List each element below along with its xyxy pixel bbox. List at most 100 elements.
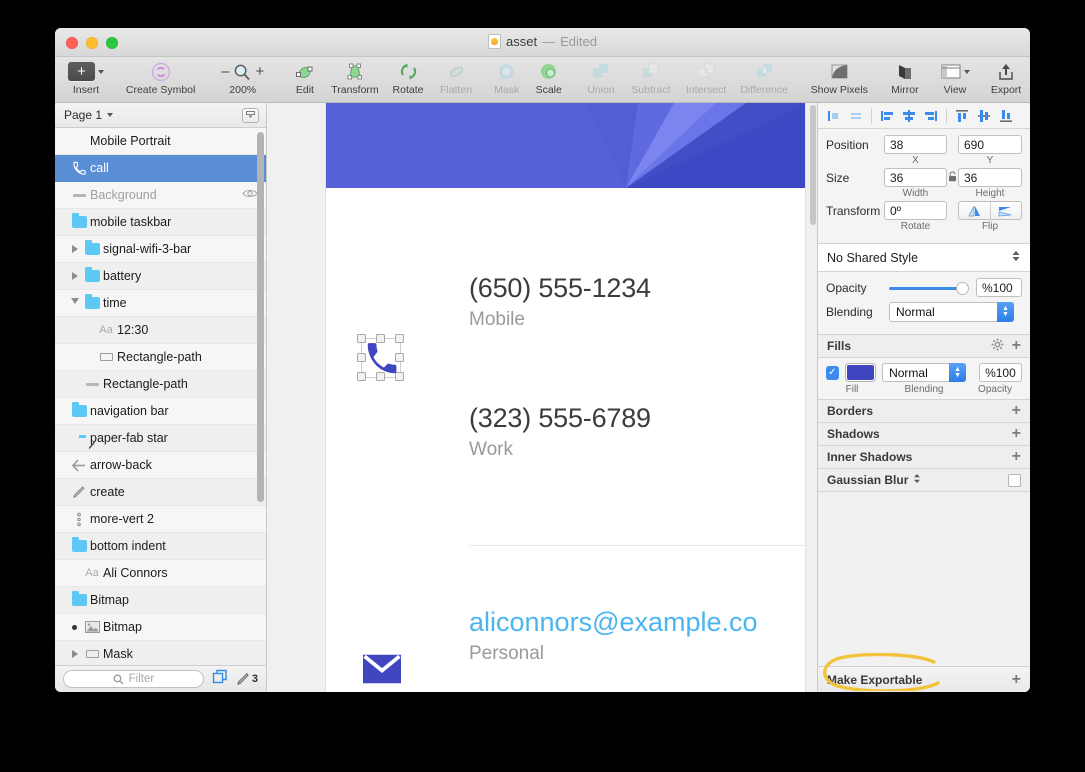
layer-row[interactable]: navigation bar bbox=[55, 398, 266, 425]
page-selector[interactable]: Page 1 bbox=[64, 108, 114, 122]
layer-row[interactable]: signal-wifi-3-bar bbox=[55, 236, 266, 263]
toolbar-union[interactable]: Union bbox=[579, 57, 623, 96]
fill-blending-stepper-icon[interactable]: ▲ ▼ bbox=[949, 363, 967, 382]
toolbar-create-symbol[interactable]: Create Symbol bbox=[116, 57, 206, 96]
layer-row[interactable]: Rectangle-path bbox=[55, 344, 266, 371]
flip-vertical-button[interactable] bbox=[989, 202, 1022, 219]
align-bottom-icon[interactable] bbox=[996, 107, 1016, 125]
layer-dot-icon[interactable] bbox=[68, 624, 81, 630]
layer-list-scrollbar[interactable] bbox=[257, 132, 264, 502]
toolbar-show-pixels[interactable]: Show Pixels bbox=[803, 57, 875, 96]
align-middle-icon[interactable] bbox=[974, 107, 994, 125]
visibility-eye-icon[interactable] bbox=[242, 188, 258, 202]
page-list-button[interactable] bbox=[242, 107, 259, 123]
disclosure-open-icon[interactable] bbox=[68, 298, 81, 308]
layer-row[interactable]: Aa Ali Connors bbox=[55, 560, 266, 587]
layer-row[interactable]: Bitmap bbox=[55, 587, 266, 614]
gaussian-blur-checkbox[interactable] bbox=[1008, 473, 1021, 487]
gear-icon[interactable] bbox=[991, 338, 1004, 354]
toolbar-mirror[interactable]: Mirror bbox=[882, 57, 928, 96]
layer-row[interactable]: mobile taskbar bbox=[55, 209, 266, 236]
distribute-center-icon[interactable] bbox=[899, 107, 919, 125]
toolbar-flatten[interactable]: Flatten bbox=[432, 57, 480, 96]
toolbar-subtract[interactable]: Subtract bbox=[625, 57, 677, 96]
layer-row[interactable]: more-vert 2 bbox=[55, 506, 266, 533]
layer-row[interactable]: call bbox=[55, 155, 266, 182]
layer-row[interactable]: paper-fab star bbox=[55, 425, 266, 452]
layer-list[interactable]: Mobile Portrait call Background mobile task… bbox=[55, 128, 266, 665]
add-inner-shadow-button[interactable]: + bbox=[1012, 449, 1021, 465]
lock-aspect-icon[interactable] bbox=[947, 168, 958, 182]
toolbar-difference[interactable]: Difference bbox=[735, 57, 793, 96]
add-border-button[interactable]: + bbox=[1012, 403, 1021, 419]
fill-opacity-input[interactable]: %100 bbox=[979, 363, 1023, 382]
zoom-out-button[interactable]: – bbox=[221, 63, 229, 80]
layer-row[interactable]: time bbox=[55, 290, 266, 317]
canvas-area[interactable]: (650) 555-1234 Mobile (323) 555-6789 Wor… bbox=[267, 103, 817, 692]
blending-select[interactable]: Normal ▲ ▼ bbox=[889, 302, 1014, 322]
inner-shadows-section-header[interactable]: Inner Shadows + bbox=[818, 446, 1030, 469]
distribute-left-icon[interactable] bbox=[877, 107, 897, 125]
layer-row[interactable]: arrow-back bbox=[55, 452, 266, 479]
toolbar-zoom[interactable]: – + 200% bbox=[210, 57, 276, 96]
position-y-input[interactable]: 690 bbox=[958, 135, 1022, 154]
phone-icon[interactable] bbox=[363, 340, 401, 378]
search-input[interactable]: Filter bbox=[63, 670, 204, 688]
layer-row[interactable]: battery bbox=[55, 263, 266, 290]
toolbar-insert[interactable]: + Insert bbox=[63, 57, 109, 96]
flatten-icon bbox=[446, 60, 467, 83]
toolbar-edit[interactable]: Edit bbox=[286, 57, 324, 96]
layer-row[interactable]: Mobile Portrait bbox=[55, 128, 266, 155]
toolbar-intersect[interactable]: Intersect bbox=[679, 57, 733, 96]
pencil-count-group[interactable]: 3 bbox=[236, 672, 258, 686]
blur-type-chevron-icon[interactable] bbox=[913, 473, 921, 487]
gaussian-blur-section-header[interactable]: Gaussian Blur bbox=[818, 469, 1030, 492]
toolbar-transform[interactable]: Transform bbox=[326, 57, 384, 96]
canvas-vertical-scrollbar[interactable] bbox=[810, 105, 816, 225]
disclosure-closed-icon[interactable] bbox=[68, 245, 81, 253]
blending-stepper-icon[interactable]: ▲ ▼ bbox=[997, 302, 1014, 322]
fill-enabled-checkbox[interactable]: ✓ bbox=[826, 365, 839, 380]
flip-horizontal-button[interactable] bbox=[959, 202, 990, 219]
height-input[interactable]: 36 bbox=[958, 168, 1022, 187]
duplicate-layers-icon[interactable] bbox=[212, 669, 228, 690]
mail-icon[interactable] bbox=[363, 654, 401, 684]
make-exportable-row[interactable]: Make Exportable + bbox=[818, 653, 1030, 692]
toolbar-view[interactable]: View bbox=[932, 57, 978, 96]
opacity-slider[interactable] bbox=[889, 279, 969, 297]
opacity-slider-knob[interactable] bbox=[956, 281, 969, 295]
align-left-icon[interactable] bbox=[824, 107, 844, 125]
shadows-section-header[interactable]: Shadows + bbox=[818, 423, 1030, 446]
align-top-icon[interactable] bbox=[952, 107, 972, 125]
width-input[interactable]: 36 bbox=[883, 168, 947, 187]
section-divider bbox=[469, 545, 805, 546]
fill-color-swatch[interactable] bbox=[845, 364, 876, 381]
fill-blending-select[interactable]: Normal ▲ ▼ bbox=[882, 363, 967, 382]
layer-row[interactable]: Rectangle-path bbox=[55, 371, 266, 398]
layer-row[interactable]: create bbox=[55, 479, 266, 506]
shared-style-select[interactable]: No Shared Style bbox=[818, 244, 1030, 272]
add-fill-button[interactable]: + bbox=[1012, 338, 1021, 354]
rotate-input[interactable]: 0º bbox=[883, 201, 947, 220]
layer-row[interactable]: Mask bbox=[55, 641, 266, 665]
add-export-button[interactable]: + bbox=[1012, 671, 1021, 688]
layer-row[interactable]: Aa 12:30 bbox=[55, 317, 266, 344]
email-value[interactable]: aliconnors@example.co bbox=[326, 607, 805, 638]
disclosure-closed-icon[interactable] bbox=[68, 650, 81, 658]
position-x-input[interactable]: 38 bbox=[883, 135, 947, 154]
distribute-right-icon[interactable] bbox=[921, 107, 941, 125]
add-shadow-button[interactable]: + bbox=[1012, 426, 1021, 442]
toolbar-export[interactable]: Export bbox=[982, 57, 1030, 96]
toolbar-rotate[interactable]: Rotate bbox=[386, 57, 430, 96]
borders-section-header[interactable]: Borders + bbox=[818, 400, 1030, 423]
toolbar-scale[interactable]: Scale bbox=[529, 57, 569, 96]
layer-row[interactable]: Background bbox=[55, 182, 266, 209]
zoom-in-button[interactable]: + bbox=[255, 63, 264, 80]
layer-row[interactable]: Bitmap bbox=[55, 614, 266, 641]
align-center-horizontal-icon[interactable] bbox=[846, 107, 866, 125]
artboard[interactable]: (650) 555-1234 Mobile (323) 555-6789 Wor… bbox=[325, 103, 806, 692]
disclosure-closed-icon[interactable] bbox=[68, 272, 81, 280]
layer-row[interactable]: bottom indent bbox=[55, 533, 266, 560]
opacity-input[interactable]: %100 bbox=[976, 278, 1022, 297]
toolbar-mask[interactable]: Mask bbox=[487, 57, 527, 96]
